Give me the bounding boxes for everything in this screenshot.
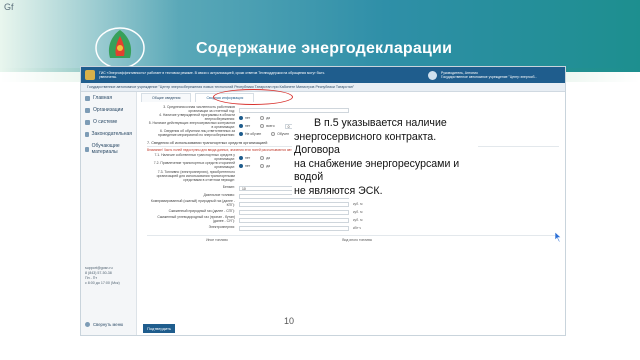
book-icon — [85, 131, 89, 137]
field-label: Электроэнергия: — [208, 225, 235, 230]
radio-label: Обучен — [277, 132, 289, 136]
radio-yes[interactable]: да — [260, 164, 270, 168]
radio-not-trained[interactable]: Не обучен — [239, 132, 261, 136]
mouse-cursor-icon — [555, 232, 562, 242]
field-label: Бензин: — [222, 185, 235, 190]
radio-dot — [239, 116, 243, 120]
fuel-row: Электроэнергия: кВт·ч — [147, 224, 559, 232]
system-notice: ГИС «Энергоэффективность» работает в тес… — [99, 71, 325, 79]
column-header: Иное топливо — [206, 238, 228, 242]
unit-label: куб. м — [353, 218, 363, 222]
annotation-line: на снабжение энергоресурсами и водой — [294, 157, 460, 184]
other-fuel-table-header: Иное топливо Вид иного топлива — [147, 235, 559, 242]
radio-dot — [260, 124, 265, 128]
sidebar-item-home[interactable]: Главная — [81, 92, 136, 104]
field-label: Сжиженный углеводородный газ (пропан - б… — [157, 215, 235, 223]
headcount-field[interactable] — [239, 107, 349, 113]
emblem-icon — [85, 70, 95, 80]
unit-label: куб. м — [353, 210, 363, 214]
radio-dot — [239, 164, 243, 168]
graduation-icon — [85, 146, 89, 152]
unit-label: куб. м — [353, 202, 363, 206]
radio-dot — [260, 156, 265, 160]
sidebar-item-about[interactable]: О системе — [81, 116, 136, 128]
support-hours: с 8:00 до 17:00 (Мск) — [85, 281, 120, 285]
radio-label: да — [266, 116, 271, 120]
radio-yes[interactable]: да — [260, 116, 270, 120]
electricity-field[interactable] — [239, 225, 349, 231]
radio-trained[interactable]: Обучен — [271, 132, 289, 136]
sidebar-item-label: Главная — [93, 95, 113, 101]
sidebar: Главная Организации О системе Законодате… — [81, 92, 137, 335]
app-topbar: ГИС «Энергоэффективность» работает в тес… — [81, 67, 565, 83]
annotation-line: не являются ЭСК. — [294, 184, 383, 197]
radio-dot — [260, 116, 265, 120]
radio-no[interactable]: нет — [239, 116, 250, 120]
radio-no[interactable]: нет — [239, 164, 250, 168]
field-label: 7.3. Топливно (электроэнергию), приобрет… — [156, 170, 235, 182]
cng-field[interactable] — [239, 201, 349, 207]
building-icon — [85, 107, 90, 113]
radio-total[interactable]: всего — [260, 124, 275, 128]
field-label: 6. Сведения об обучении лиц ответственны… — [157, 129, 235, 137]
field-label: Дизельное топливо: — [203, 193, 235, 198]
radio-no[interactable]: нет — [239, 156, 250, 160]
sidebar-item-label: Организации — [93, 107, 124, 113]
lng-field[interactable] — [239, 209, 349, 215]
corner-mark: Gf — [4, 2, 14, 12]
page-number: 10 — [284, 316, 295, 326]
unit-label: кВт·ч — [353, 226, 362, 230]
radio-dot — [271, 132, 276, 136]
support-contacts: support@gosn.ru 8 (843) 57-50-38 Пн - Пт… — [85, 266, 120, 286]
radio-label: да — [266, 164, 271, 168]
user-info[interactable]: Руководитель, Антонио Государственное ав… — [441, 71, 561, 79]
radio-label: всего — [266, 124, 275, 128]
app-window: ГИС «Энергоэффективность» работает в тес… — [80, 66, 566, 336]
user-org: Государственное автономное учреждение "Ц… — [441, 75, 538, 79]
radio-dot — [260, 164, 265, 168]
home-icon — [85, 95, 90, 101]
presentation-slide: Gf Содержание энергодекларации ГИС «Энер… — [0, 0, 640, 360]
radio-dot — [239, 132, 243, 136]
sidebar-item-legislation[interactable]: Законодательная — [81, 128, 136, 140]
user-avatar[interactable] — [428, 70, 437, 80]
sidebar-item-organizations[interactable]: Организации — [81, 104, 136, 116]
collapse-menu-label: Свернуть меню — [93, 322, 124, 327]
chevron-left-icon — [85, 322, 90, 327]
field-label: Сжиженный природный газ (далее - СПГ): — [168, 209, 235, 214]
collapse-menu-button[interactable]: Свернуть меню — [85, 322, 123, 327]
radio-label: нет — [245, 124, 251, 128]
field-label: Компримированный (сжатый) природный газ … — [150, 199, 235, 207]
sidebar-item-label: Законодательная — [91, 131, 132, 137]
radio-label: нет — [245, 156, 251, 160]
sidebar-item-training[interactable]: Обучающие материалы — [81, 140, 136, 158]
radio-dot — [239, 156, 243, 160]
highlight-ellipse — [213, 89, 293, 105]
tab-general[interactable]: Общие сведения — [141, 93, 192, 102]
org-breadcrumb[interactable]: Государственное автономное учреждение "Ц… — [81, 83, 565, 92]
radio-label: да — [266, 156, 271, 160]
sidebar-item-label: О системе — [93, 119, 118, 125]
slide-title: Содержание энергодекларации — [196, 40, 453, 57]
tab-bar: Общие сведения Сводная информация — [141, 93, 565, 102]
lpg-field[interactable] — [239, 217, 349, 223]
column-header: Вид иного топлива — [342, 238, 372, 242]
radio-yes[interactable]: да — [260, 156, 270, 160]
field-label: 7.2. Привлечение транспортных средств ст… — [153, 161, 235, 169]
annotation-line: В п.5 указывается наличие — [314, 117, 447, 129]
radio-label: нет — [245, 164, 251, 168]
annotation-text: В п.5 указывается наличие энергосервисно… — [292, 117, 478, 198]
radio-label: нет — [245, 116, 251, 120]
radio-dot — [239, 124, 243, 128]
annotation-line: энергосервисного контракта. Договора — [294, 130, 437, 157]
confirm-button[interactable]: Подтвердить — [143, 324, 176, 333]
info-icon — [85, 119, 90, 125]
sidebar-item-label: Обучающие материалы — [91, 143, 120, 155]
radio-label: Не обучен — [245, 132, 262, 136]
logo-icon — [95, 27, 145, 69]
fuel-row: Сжиженный углеводородный газ (пропан - б… — [147, 215, 559, 224]
radio-no[interactable]: нет — [239, 124, 250, 128]
fuel-row: Компримированный (сжатый) природный газ … — [147, 199, 559, 208]
